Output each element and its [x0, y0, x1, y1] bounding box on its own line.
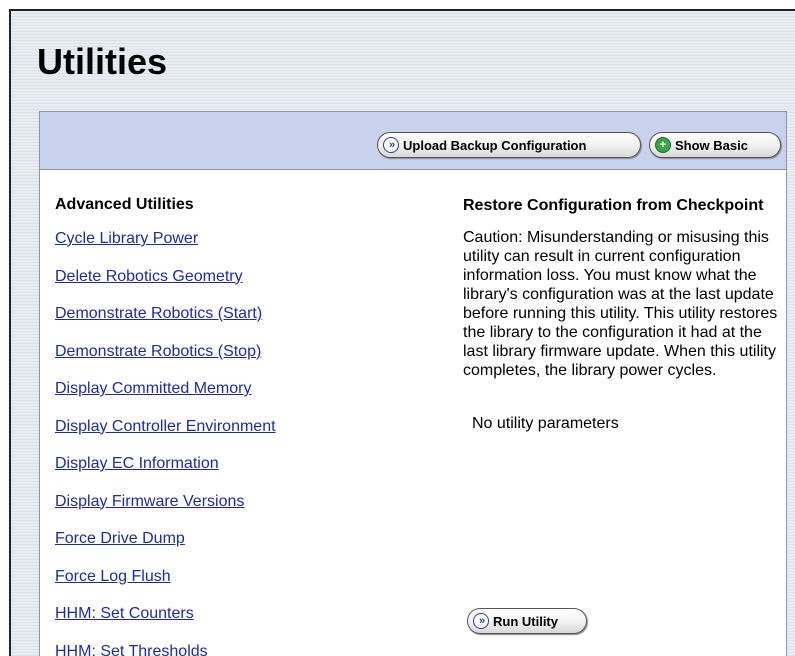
- link-hhm-set-thresholds[interactable]: HHM: Set Thresholds: [55, 643, 385, 656]
- link-hhm-set-counters[interactable]: HHM: Set Counters: [55, 605, 385, 627]
- link-demonstrate-robotics-start[interactable]: Demonstrate Robotics (Start): [55, 305, 385, 327]
- link-display-committed-memory[interactable]: Display Committed Memory: [55, 380, 385, 402]
- double-chevron-right-icon: »: [473, 613, 489, 629]
- link-force-log-flush[interactable]: Force Log Flush: [55, 568, 385, 590]
- advanced-utilities-heading: Advanced Utilities: [55, 196, 194, 213]
- utilities-panel: » Upload Backup Configuration + Show Bas…: [39, 111, 787, 656]
- show-basic-button[interactable]: + Show Basic: [649, 132, 781, 158]
- show-basic-label: Show Basic: [675, 137, 748, 153]
- page-title: Utilities: [37, 41, 168, 82]
- link-demonstrate-robotics-stop[interactable]: Demonstrate Robotics (Stop): [55, 343, 385, 365]
- link-delete-robotics-geometry[interactable]: Delete Robotics Geometry: [55, 268, 385, 290]
- utility-title: Restore Configuration from Checkpoint: [463, 197, 764, 214]
- double-chevron-right-icon: »: [383, 137, 399, 153]
- link-force-drive-dump[interactable]: Force Drive Dump: [55, 530, 385, 552]
- page-frame: Utilities » Upload Backup Configuration …: [9, 9, 795, 656]
- upload-backup-configuration-label: Upload Backup Configuration: [403, 137, 587, 153]
- caution-text: Caution: Misunderstanding or misusing th…: [463, 229, 778, 379]
- advanced-utilities-list: Advanced Utilities Cycle Library Power D…: [55, 196, 385, 656]
- run-utility-button[interactable]: » Run Utility: [467, 608, 587, 634]
- link-display-controller-environment[interactable]: Display Controller Environment: [55, 418, 385, 440]
- run-utility-label: Run Utility: [493, 613, 558, 629]
- upload-backup-configuration-button[interactable]: » Upload Backup Configuration: [377, 132, 641, 158]
- link-cycle-library-power[interactable]: Cycle Library Power: [55, 230, 385, 252]
- utility-parameters-text: No utility parameters: [472, 415, 619, 432]
- toolbar: » Upload Backup Configuration + Show Bas…: [40, 112, 786, 170]
- link-display-ec-information[interactable]: Display EC Information: [55, 455, 385, 477]
- link-display-firmware-versions[interactable]: Display Firmware Versions: [55, 493, 385, 515]
- plus-circle-icon: +: [655, 137, 671, 153]
- utility-detail: Restore Configuration from Checkpoint Ca…: [463, 196, 778, 634]
